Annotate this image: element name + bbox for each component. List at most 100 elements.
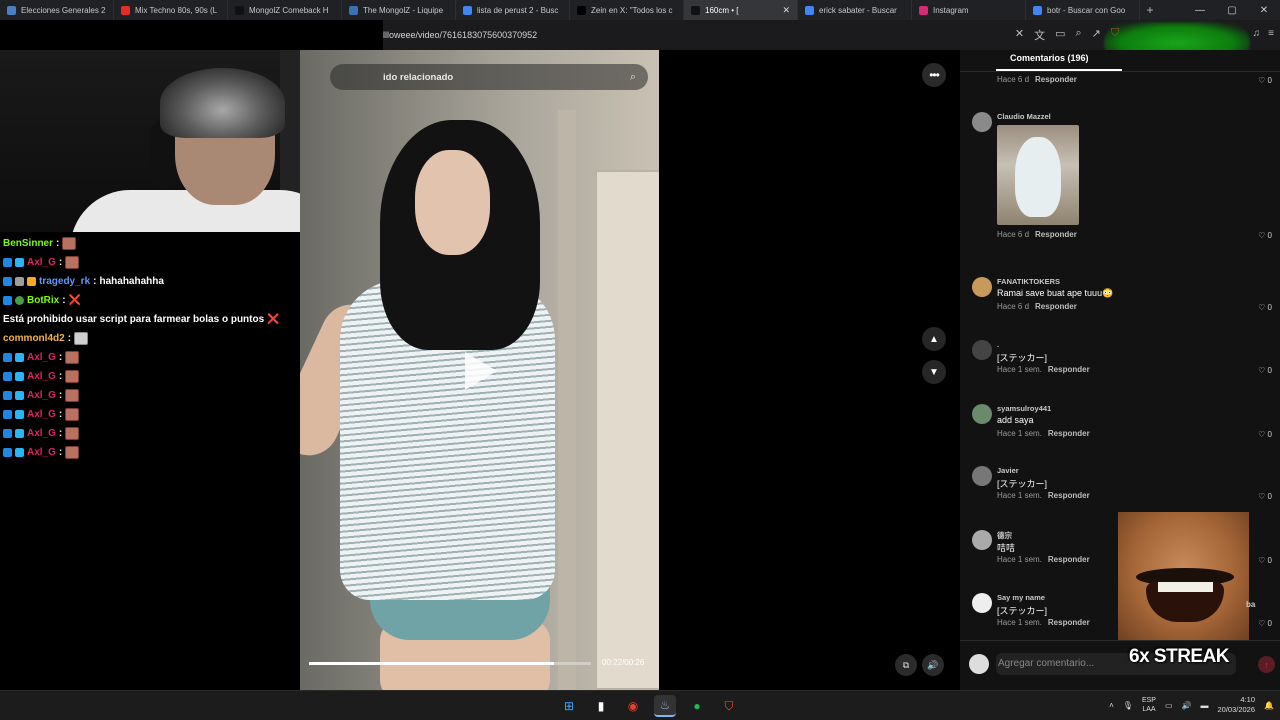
avatar[interactable] <box>972 340 992 360</box>
share-icon[interactable]: ↗ <box>1092 27 1101 43</box>
browser-tab[interactable]: Zein en X: "Todos los c <box>570 0 684 20</box>
comment-username[interactable]: Say my name <box>997 593 1045 602</box>
comment-username[interactable]: . <box>997 340 999 349</box>
chat-username[interactable]: Axl_G <box>27 407 56 423</box>
language-indicator[interactable]: ESP LAA <box>1142 696 1156 714</box>
comment-image[interactable] <box>997 125 1079 225</box>
battery-icon[interactable]: ▬ <box>1200 701 1208 710</box>
volume-button[interactable]: 🔊 <box>922 654 944 676</box>
avatar[interactable] <box>972 593 992 613</box>
like-button[interactable]: ♡ 0 <box>1258 492 1272 501</box>
reply-button[interactable]: Responder <box>1048 618 1090 627</box>
chrome-icon[interactable]: ◉ <box>622 695 644 717</box>
next-video-button[interactable]: ▼ <box>922 360 946 384</box>
minimize-icon[interactable]: — <box>1184 0 1216 20</box>
notifications-icon[interactable]: 🔔 <box>1264 701 1274 710</box>
steam-icon[interactable]: ♨ <box>654 695 676 717</box>
comment-username[interactable]: 德宗 <box>997 530 1012 541</box>
chat-username[interactable]: Axl_G <box>27 426 56 442</box>
network-icon[interactable]: ▭ <box>1165 701 1173 710</box>
comments-tab[interactable]: Comentarios (196) <box>960 50 1280 72</box>
browser-tab[interactable]: Mix Techno 80s, 90s (L <box>114 0 228 20</box>
play-icon[interactable] <box>465 352 497 390</box>
reply-button[interactable]: Responder <box>1048 429 1090 438</box>
related-search-text[interactable]: ido relacionado <box>330 72 617 83</box>
like-button[interactable]: ♡ 0 <box>1258 303 1272 312</box>
url-text[interactable]: llloweee/video/7616183075600370952 <box>383 30 1015 40</box>
chat-username[interactable]: Axl_G <box>27 255 56 271</box>
chat-username[interactable]: commonl4d2 <box>3 331 65 347</box>
comment-username[interactable]: Javier <box>997 466 1019 475</box>
like-button[interactable]: ♡ 0 <box>1258 430 1272 439</box>
new-tab-button[interactable]: + <box>1140 3 1160 17</box>
chat-badge-icon <box>3 371 12 381</box>
menu-icon[interactable]: ≡ <box>1268 28 1274 39</box>
maximize-icon[interactable]: ▢ <box>1216 0 1248 20</box>
comment-username[interactable]: FANATIKTOKERS <box>997 277 1060 286</box>
cast-icon[interactable]: ▭ <box>1055 27 1065 43</box>
notepad-icon[interactable]: ▮ <box>590 695 612 717</box>
avatar[interactable] <box>972 277 992 297</box>
like-button[interactable]: ♡ 0 <box>1258 556 1272 565</box>
close-window-icon[interactable]: ✕ <box>1248 0 1280 20</box>
search-icon[interactable]: ⌕ <box>618 71 648 84</box>
like-button[interactable]: ♡ 0 <box>1258 366 1272 375</box>
chat-username[interactable]: Axl_G <box>27 350 56 366</box>
avatar[interactable] <box>972 466 992 486</box>
mute-icon[interactable]: ✕ <box>1015 27 1024 43</box>
comment-username[interactable]: syamsulroy441 <box>997 404 1051 413</box>
chat-username[interactable]: BenSinner <box>3 236 53 252</box>
side-label[interactable]: ba <box>1246 600 1255 609</box>
spotify-icon[interactable]: ● <box>686 695 708 717</box>
like-button[interactable]: ♡ 0 <box>1258 76 1272 85</box>
browser-tab[interactable]: erick sabater - Buscar <box>798 0 912 20</box>
avatar[interactable] <box>972 404 992 424</box>
clock[interactable]: 4:10 20/03/2026 <box>1217 695 1255 715</box>
browser-tab[interactable]: lista de perust 2 - Busc <box>456 0 570 20</box>
video-player[interactable]: 00:22/00:26 <box>300 50 659 690</box>
brave-icon[interactable]: ⛉ <box>718 695 740 717</box>
reply-button[interactable]: Responder <box>1048 555 1090 564</box>
browser-tab[interactable]: Instagram <box>912 0 1026 20</box>
zoom-icon[interactable]: ⌕ <box>1075 27 1081 43</box>
chat-badge-icon <box>15 390 24 400</box>
send-comment-button[interactable]: ↑ <box>1258 656 1275 673</box>
browser-tab[interactable]: MongolZ Comeback H <box>228 0 342 20</box>
chevron-up-icon[interactable]: ˄ <box>1109 701 1114 710</box>
chat-colon: : <box>67 332 72 344</box>
comment-username[interactable]: Claudio Mazzel <box>997 112 1051 121</box>
chat-username[interactable]: tragedy_rk <box>39 274 90 290</box>
chat-username[interactable]: Axl_G <box>27 369 56 385</box>
comment-text: Ramai save buat ape tuuu😳 <box>997 288 1114 298</box>
reply-button[interactable]: Responder <box>1035 302 1077 311</box>
comment-meta: Hace 1 sem. Responder <box>997 618 1090 627</box>
avatar[interactable] <box>972 530 992 550</box>
start-icon[interactable]: ⊞ <box>558 695 580 717</box>
browser-tab[interactable]: The MongolZ - Liquipe <box>342 0 456 20</box>
close-tab-icon[interactable]: ✕ <box>782 5 790 16</box>
avatar[interactable] <box>972 112 992 132</box>
related-search-bar[interactable]: ido relacionado ⌕ <box>330 64 648 90</box>
chat-colon: : <box>58 257 63 268</box>
browser-tab[interactable]: Elecciones Generales 2 <box>0 0 114 20</box>
like-button[interactable]: ♡ 0 <box>1258 231 1272 240</box>
translate-icon[interactable]: 文 <box>1034 27 1045 43</box>
pip-button[interactable]: ⧉ <box>895 654 917 676</box>
more-options-button[interactable]: ••• <box>922 63 946 87</box>
chat-username[interactable]: Axl_G <box>27 388 56 404</box>
reply-button[interactable]: Responder <box>1048 491 1090 500</box>
reply-button[interactable]: Responder <box>1035 230 1077 239</box>
chat-username[interactable]: Axl_G <box>27 445 56 461</box>
volume-icon[interactable]: 🔊 <box>1182 701 1192 710</box>
mic-icon[interactable]: 🎙 <box>1123 701 1133 710</box>
reply-button[interactable]: Responder <box>1035 75 1077 84</box>
sidebar-icon[interactable]: ♫ <box>1253 28 1261 39</box>
browser-tab[interactable]: 160cm • [ ✕ <box>684 0 798 20</box>
previous-video-button[interactable]: ▲ <box>922 327 946 351</box>
tab-title: 160cm • [ <box>705 5 739 15</box>
video-progress-bar[interactable] <box>309 662 591 665</box>
browser-tab[interactable]: botr - Buscar con Goo <box>1026 0 1140 20</box>
reply-button[interactable]: Responder <box>1048 365 1090 374</box>
like-button[interactable]: ♡ 0 <box>1258 619 1272 628</box>
chat-username[interactable]: BotRix <box>27 293 59 309</box>
